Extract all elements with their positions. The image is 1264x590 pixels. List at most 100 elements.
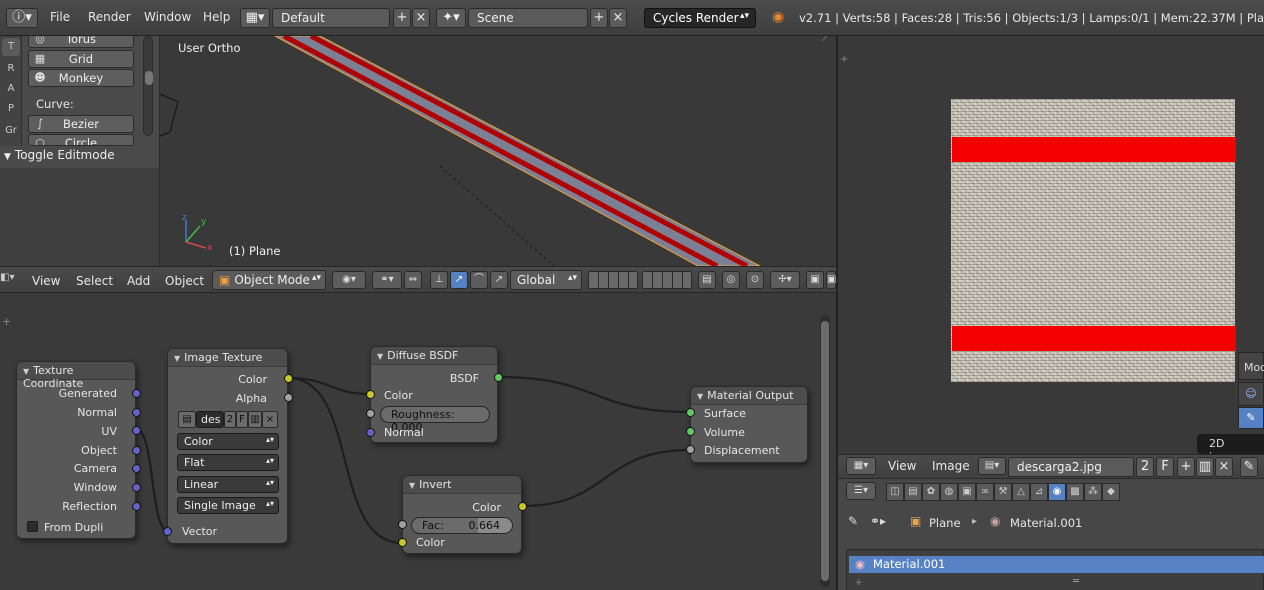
image-unlink-icon[interactable]: × [262,411,278,428]
interpolation-dropdown[interactable]: Linear ▴▾ [177,476,279,493]
remove-screen-icon[interactable]: × [412,8,430,28]
list-resize-handle-icon[interactable]: ═ [1073,576,1079,587]
image-users-count[interactable]: 2 [224,411,236,428]
toggle-editmode-panel-header[interactable]: ▼ Toggle Editmode [4,148,154,166]
manipulator-scale-icon[interactable]: ⌒ [470,271,488,289]
object-tab-icon[interactable]: ▣ [958,483,976,501]
image-unlink-icon[interactable]: × [1215,457,1233,477]
screen-layout-field[interactable]: Default [272,8,390,28]
pivot-point-icon[interactable]: ⚭▾ [372,271,402,289]
info-editor-type-button[interactable]: ⓘ▾ [6,8,38,28]
image-name-field[interactable]: descarga2.jpg [1008,457,1134,477]
particles-tab-icon[interactable]: ⁂ [1084,483,1102,501]
world-tab-icon[interactable]: ◍ [940,483,958,501]
opengl-animation-icon[interactable]: ▣ [826,271,836,289]
list-add-icon[interactable]: + [855,578,863,588]
modifiers-tab-icon[interactable]: ⚒ [994,483,1012,501]
transform-orientation-dropdown[interactable]: Global ▴▾ [510,270,582,290]
screen-layout-browse-button[interactable]: ▦▾ [240,8,270,28]
image-fake-user-button[interactable]: F [236,411,248,428]
add-monkey-button[interactable]: ☻ Monkey [28,69,134,87]
node-editor-scrollbar[interactable] [820,315,830,587]
proportional-edit-icon[interactable]: ◎ [722,271,740,289]
material-slot-row[interactable]: ◉ Material.001 [849,556,1264,573]
socket-roughness[interactable] [366,409,375,418]
invert-node[interactable]: ▼ Invert Color Fac: 0.664 Color [398,475,527,554]
socket-uv[interactable] [132,426,141,435]
node-editor[interactable]: + ▼ Texture Coordinate Generated Normal U… [0,293,836,590]
socket-image-color[interactable] [284,374,293,383]
render-tab-icon[interactable]: ◫ [886,483,904,501]
transform-orientation-icon[interactable]: ↗ [490,271,508,289]
texture-coordinate-header[interactable]: ▼ Texture Coordinate [17,362,135,390]
image-editor-type-icon[interactable]: ▦▾ [846,457,876,475]
texture-coordinate-node[interactable]: ▼ Texture Coordinate Generated Normal UV … [16,361,141,539]
image-pin-icon[interactable]: ✎ [1240,457,1258,477]
lock-layers-icon[interactable]: ▤ [698,271,716,289]
material-output-node[interactable]: ▼ Material Output Surface Volume Displace… [686,386,808,463]
image-fake-user-button[interactable]: F [1156,457,1174,477]
menu-render[interactable]: Render [88,10,131,24]
image-name-field[interactable]: des [196,411,224,428]
image-browse-button[interactable]: ▤ [178,411,196,428]
tab-grease-pencil[interactable]: Gr [2,122,20,140]
projection-dropdown[interactable]: Flat ▴▾ [177,454,279,471]
image-texture-header[interactable]: ▼ Image Texture [168,349,287,367]
object-mode-dropdown[interactable]: ▣ Object Mode ▴▾ [212,270,326,290]
material-slot-list[interactable]: ◉ Material.001 ═ + [846,549,1264,590]
opengl-render-icon[interactable]: ▣ [806,271,824,289]
add-bezier-button[interactable]: ∫ Bezier [28,115,134,133]
layer-buttons-right[interactable] [642,271,692,289]
add-scene-icon[interactable]: + [590,8,608,28]
diffuse-bsdf-header[interactable]: ▼ Diffuse BSDF [371,347,497,365]
menu-help[interactable]: Help [203,10,230,24]
socket-invert-output[interactable] [518,502,527,511]
scene-browse-button[interactable]: ✦▾ [436,8,466,28]
remove-scene-icon[interactable]: × [609,8,627,28]
tab-relations[interactable]: R [2,60,20,78]
tool-shelf-scrollbar[interactable] [143,36,153,136]
constraints-tab-icon[interactable]: ∞ [976,483,994,501]
add-grid-button[interactable]: ▦ Grid [28,50,134,68]
source-dropdown[interactable]: Single Image ▴▾ [177,497,279,514]
area-split-corner-icon[interactable]: ⟋ [822,36,829,44]
socket-bsdf[interactable] [494,373,503,382]
add-torus-button[interactable]: ◎ Torus [28,36,134,48]
image-users-count[interactable]: 2 [1136,457,1154,477]
socket-invert-color-input[interactable] [398,538,407,547]
node-editor-scroll-thumb[interactable] [821,321,829,581]
tab-physics[interactable]: P [2,100,20,118]
menu-image[interactable]: Image [932,459,970,473]
menu-window[interactable]: Window [144,10,191,24]
snap-element-icon[interactable]: ✢▾ [770,271,800,289]
manipulator-icon[interactable]: ⇔ [404,271,422,289]
socket-normal-input[interactable] [366,428,375,437]
properties-editor-type-icon[interactable]: ☰▾ [846,482,876,500]
manipulator-translate-icon[interactable]: ⊥ [430,271,448,289]
image-open-icon[interactable]: ▥ [1196,457,1214,477]
material-tab-icon[interactable]: ◉ [1048,483,1066,501]
render-layers-tab-icon[interactable]: ▤ [904,483,922,501]
menu-view[interactable]: View [32,274,60,288]
render-engine-dropdown[interactable]: Cycles Render ▴▾ [644,8,756,28]
scene-tab-icon[interactable]: ✿ [922,483,940,501]
diffuse-bsdf-node[interactable]: ▼ Diffuse BSDF BSDF Color Roughness: 0.00… [366,346,503,443]
manipulator-rotate-icon[interactable]: ↗ [450,271,468,289]
side-tab-icon-2[interactable]: ✎ [1238,407,1264,429]
image-editor-canvas[interactable]: + + Mod ☺ ✎ [838,36,1264,454]
image-area-corner-icon-2[interactable]: + [840,54,848,65]
menu-image-view[interactable]: View [888,459,916,473]
side-tab-icon-1[interactable]: ☺ [1238,382,1264,406]
viewport-shading-icon[interactable]: ◉▾ [332,271,366,289]
data-tab-icon[interactable]: △ [1012,483,1030,501]
snap-toggle-icon[interactable]: ⊙ [746,271,764,289]
add-circle-button[interactable]: ○ Circle [28,134,134,146]
socket-object[interactable] [132,446,141,455]
editor-type-icon[interactable]: ◧▾ [0,272,14,283]
menu-add[interactable]: Add [127,274,150,288]
tab-tools[interactable]: T [2,38,20,56]
menu-select[interactable]: Select [76,274,113,288]
socket-surface[interactable] [686,408,695,417]
layer-buttons-left[interactable] [588,271,638,289]
socket-fac[interactable] [398,520,407,529]
